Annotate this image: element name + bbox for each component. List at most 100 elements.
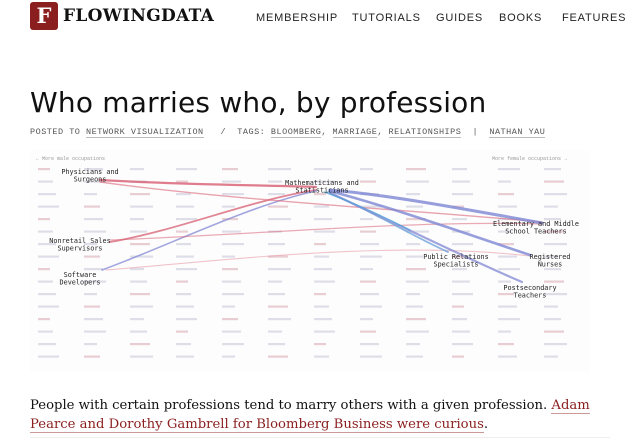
faint-occupation-placeholder — [498, 280, 511, 283]
faint-occupation-placeholder — [544, 330, 564, 333]
faint-occupation-placeholder — [498, 330, 511, 333]
faint-occupation-placeholder — [314, 205, 329, 208]
faint-occupation-placeholder — [406, 243, 420, 246]
faint-occupation-placeholder — [222, 168, 238, 171]
faint-occupation-placeholder — [406, 168, 426, 171]
faint-occupation-placeholder — [84, 318, 103, 321]
faint-occupation-placeholder — [222, 255, 235, 258]
faint-occupation-placeholder — [406, 205, 423, 208]
network-svg: ← More male occupations More female occu… — [36, 156, 579, 358]
faint-occupation-placeholder — [38, 205, 59, 208]
faint-occupation-placeholder — [38, 280, 53, 283]
site-name[interactable]: FLOWINGDATA — [63, 6, 214, 26]
node-label-elementary[interactable]: Elementary and Middle School Teachers — [493, 220, 579, 236]
faint-occupation-placeholder — [452, 355, 464, 358]
tag-link-marriage[interactable]: MARRIAGE — [332, 127, 378, 138]
faint-occupation-placeholder — [406, 330, 429, 333]
faint-occupation-placeholder — [222, 305, 235, 308]
faint-occupation-placeholder — [498, 318, 520, 321]
right-direction-label: More female occupations → — [492, 156, 567, 162]
faint-occupation-placeholder — [498, 305, 517, 308]
faint-occupation-placeholder — [498, 268, 520, 271]
faint-occupation-placeholder — [176, 293, 191, 296]
faint-occupation-placeholder — [498, 343, 514, 346]
faint-occupation-placeholder — [544, 280, 564, 283]
faint-occupation-placeholder — [268, 355, 288, 358]
node-label-software[interactable]: Software Developers — [60, 271, 101, 287]
faint-occupation-placeholder — [222, 193, 244, 196]
faint-occupation-placeholder — [130, 343, 150, 346]
faint-occupation-placeholder — [314, 305, 329, 308]
nav-guides[interactable]: GUIDES — [436, 12, 483, 24]
faint-occupation-placeholder — [176, 193, 191, 196]
faint-occupation-placeholder — [268, 168, 291, 171]
faint-occupation-placeholder — [176, 243, 191, 246]
faint-occupation-placeholder — [130, 168, 144, 171]
faint-occupation-placeholder — [406, 268, 426, 271]
faint-occupation-placeholder — [84, 343, 97, 346]
faint-occupation-placeholder — [360, 268, 373, 271]
faint-occupation-placeholder — [498, 180, 511, 183]
tag-link-relationships[interactable]: RELATIONSHIPS — [388, 127, 462, 138]
faint-occupation-placeholder — [452, 180, 470, 183]
faint-occupation-placeholder — [360, 330, 376, 333]
node-label-public-relations[interactable]: Public Relations Specialists — [423, 253, 488, 269]
node-label-postsecondary[interactable]: Postsecondary Teachers — [503, 284, 556, 300]
faint-occupation-placeholder — [498, 293, 514, 296]
faint-occupation-placeholder — [84, 230, 106, 233]
faint-occupation-placeholder — [222, 243, 244, 246]
faint-occupation-placeholder — [360, 218, 373, 221]
faint-occupation-placeholder — [84, 268, 103, 271]
nav-books[interactable]: BOOKS — [499, 12, 542, 24]
marriage-network-visualization[interactable]: ← More male occupations More female occu… — [30, 150, 590, 372]
faint-occupation-placeholder — [130, 230, 147, 233]
tags-label: TAGS: — [237, 127, 266, 137]
post-title: Who marries who, by profession — [30, 86, 487, 119]
node-label-nurses[interactable]: Registered Nurses — [530, 253, 571, 269]
faint-occupation-placeholder — [38, 318, 50, 321]
faint-occupation-placeholder — [38, 180, 53, 183]
nav-membership[interactable]: MEMBERSHIP — [256, 12, 338, 24]
faint-occupation-placeholder — [222, 330, 241, 333]
faint-occupation-placeholder — [498, 355, 517, 358]
category-link[interactable]: NETWORK VISUALIZATION — [86, 127, 204, 138]
faint-occupation-placeholder — [176, 318, 197, 321]
flowingdata-logo-icon[interactable]: F — [30, 2, 58, 30]
faint-occupation-placeholder — [176, 255, 194, 258]
left-direction-label: ← More male occupations — [36, 156, 105, 162]
site-header: F FLOWINGDATA MEMBERSHIP TUTORIALS GUIDE… — [0, 0, 625, 40]
faint-occupation-placeholder — [84, 205, 100, 208]
faint-occupation-placeholder — [314, 318, 332, 321]
faint-occupation-placeholder — [176, 230, 188, 233]
faint-occupation-placeholder — [360, 230, 376, 233]
faint-occupation-placeholder — [130, 355, 153, 358]
faint-occupation-placeholder — [360, 168, 373, 171]
faint-occupation-placeholder — [452, 243, 473, 246]
faint-occupation-placeholder — [360, 280, 376, 283]
author-link[interactable]: NATHAN YAU — [489, 127, 546, 138]
faint-occupation-placeholder — [268, 280, 282, 283]
faint-occupation-placeholder — [544, 318, 561, 321]
faint-occupation-placeholder — [544, 343, 567, 346]
faint-occupation-placeholder — [314, 255, 329, 258]
faint-occupation-placeholder — [452, 343, 473, 346]
faint-occupation-placeholder — [38, 293, 56, 296]
faint-occupation-placeholder — [452, 305, 464, 308]
faint-occupation-placeholder — [314, 230, 335, 233]
faint-occupation-placeholder — [130, 243, 150, 246]
nav-features[interactable]: FEATURES — [562, 12, 625, 24]
faint-occupation-placeholder — [498, 168, 520, 171]
faint-occupation-placeholder — [268, 268, 291, 271]
faint-occupation-placeholder — [38, 193, 56, 196]
node-label-nonretail[interactable]: Nonretail Sales Supervisors — [49, 237, 110, 253]
node-label-math[interactable]: Mathematicians and Statisticians — [285, 179, 359, 195]
faint-occupation-placeholder — [452, 193, 473, 196]
faint-occupation-placeholder — [268, 218, 291, 221]
faint-occupation-placeholder — [222, 293, 244, 296]
faint-occupation-placeholder — [268, 205, 288, 208]
faint-occupation-placeholder — [38, 168, 50, 171]
tag-link-bloomberg[interactable]: BLOOMBERG — [270, 127, 322, 138]
nav-tutorials[interactable]: TUTORIALS — [352, 12, 421, 24]
faint-occupation-placeholder — [84, 193, 97, 196]
faint-occupation-placeholder — [452, 330, 470, 333]
